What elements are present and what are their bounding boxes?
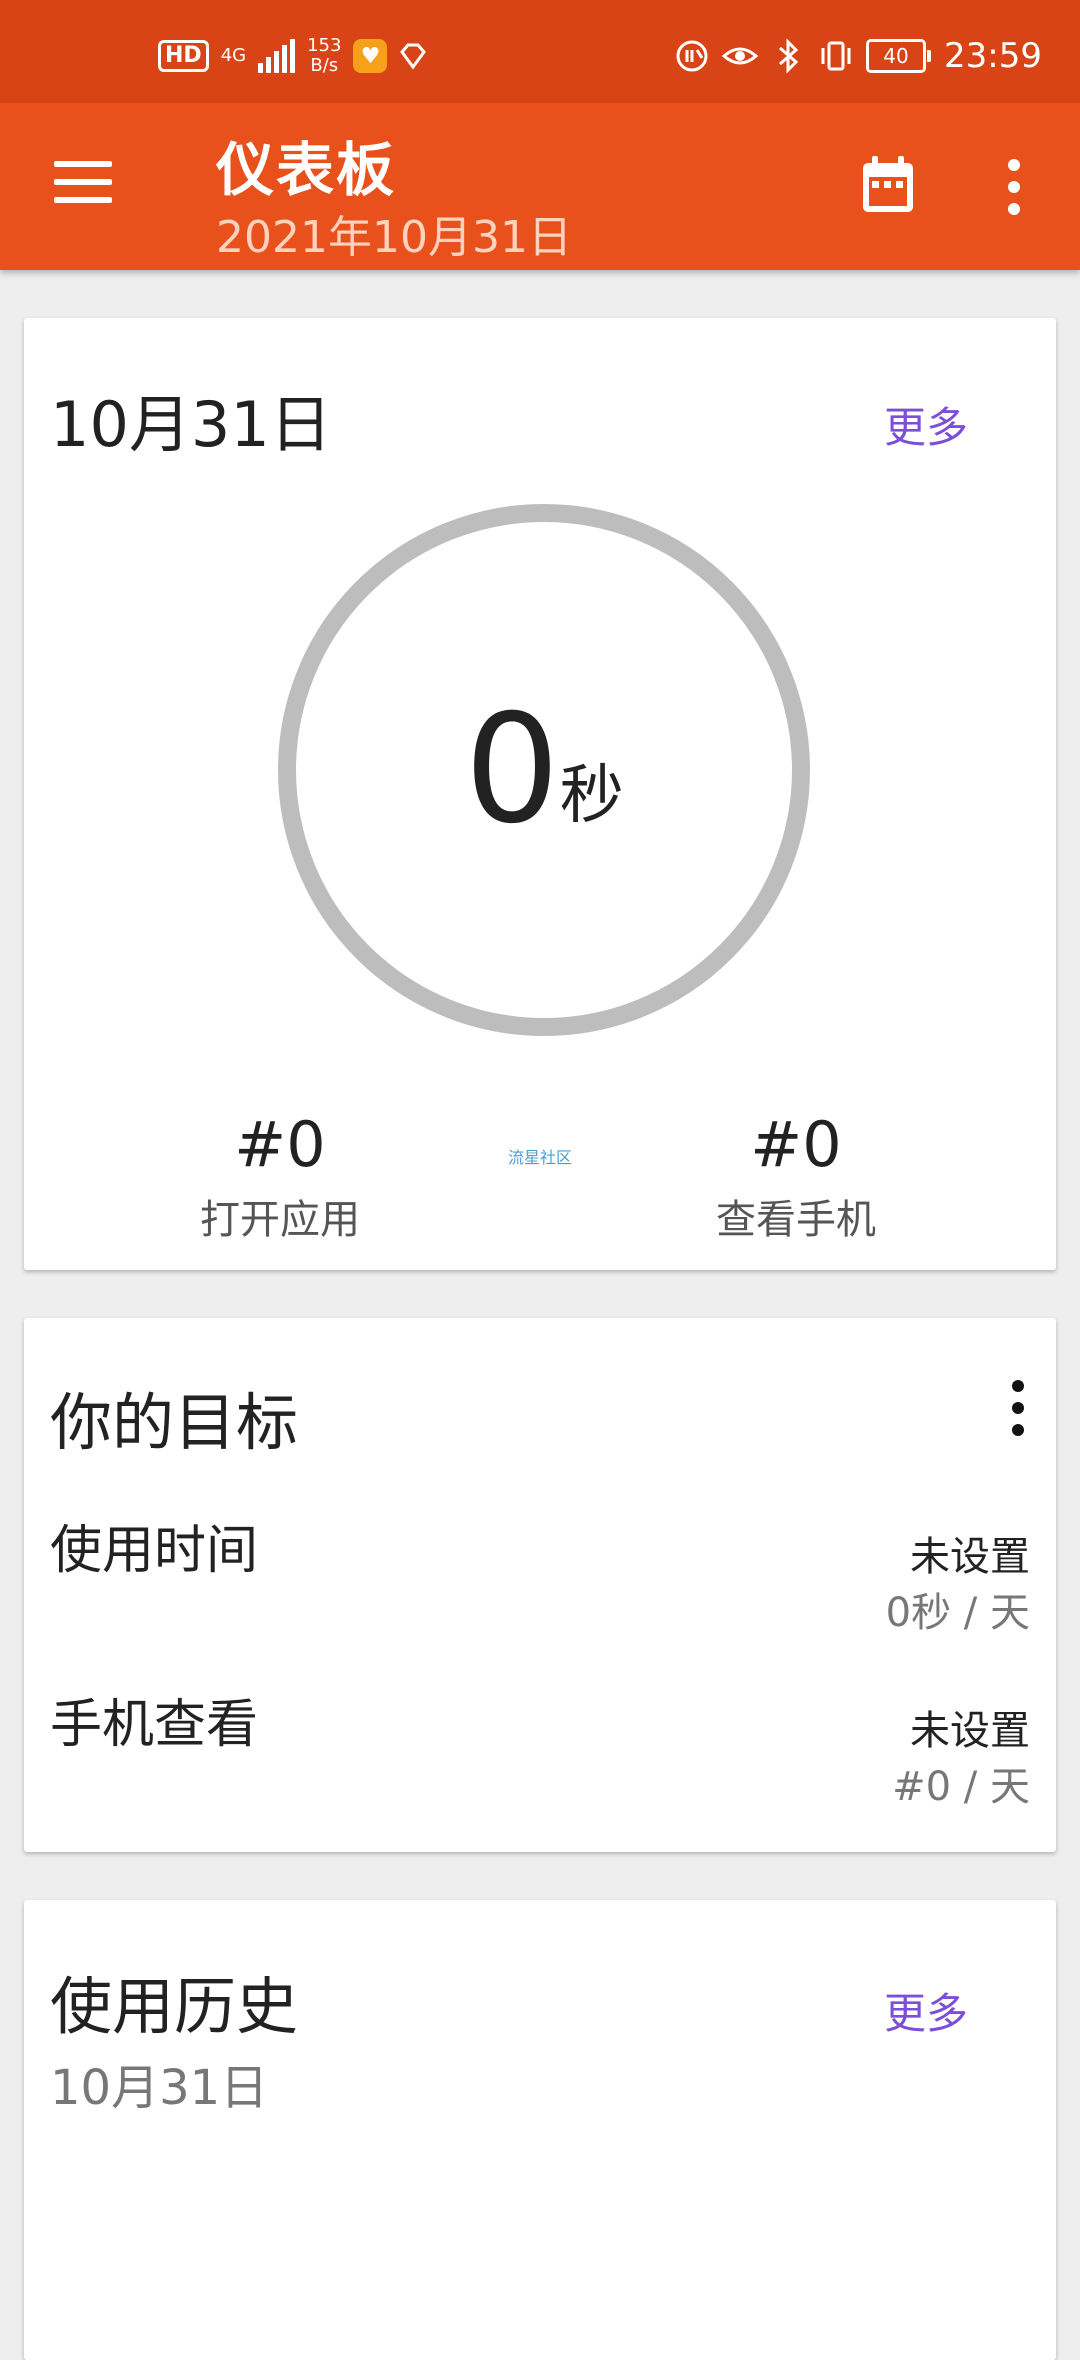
app-opens-stat: #0 打开应用	[130, 1108, 430, 1245]
usage-time-value: 0	[464, 683, 560, 857]
goal-checks-value: #0 / 天	[892, 1764, 1030, 1810]
phone-checks-stat: #0 查看手机	[646, 1108, 946, 1245]
vibrate-icon	[821, 41, 851, 71]
signal-icon	[258, 39, 296, 73]
network-type: 4G	[220, 45, 247, 66]
status-right: 40 23:59	[674, 36, 1042, 76]
bluetooth-icon	[779, 38, 799, 74]
usage-time: 0 秒	[296, 522, 792, 1018]
history-more-link[interactable]: 更多	[884, 1980, 968, 2041]
goal-usage-status: 未设置	[910, 1534, 1030, 1580]
network-speed-unit: B/s	[310, 55, 339, 76]
page-subtitle: 2021年10月31日	[216, 212, 572, 263]
usage-time-unit: 秒	[559, 759, 624, 833]
usage-ring: 0 秒	[278, 504, 810, 1036]
goal-usage-label[interactable]: 使用时间	[50, 1508, 258, 1583]
status-bar: HD 4G 153 B/s ♥ 40 23:59	[0, 0, 1080, 103]
health-app-icon: ♥	[353, 39, 388, 73]
goal-checks-label[interactable]: 手机查看	[50, 1682, 258, 1757]
today-more-link[interactable]: 更多	[884, 394, 968, 455]
page-title: 仪表板	[216, 136, 397, 204]
status-left: HD 4G 153 B/s ♥	[158, 36, 427, 76]
battery-icon: 40	[866, 39, 932, 73]
goal-usage-value: 0秒 / 天	[885, 1590, 1030, 1636]
app-opens-label: 打开应用	[200, 1197, 360, 1243]
data-saver-icon	[676, 40, 708, 72]
hamburger-menu-icon[interactable]	[54, 161, 112, 209]
network-speed: 153 B/s	[307, 36, 341, 76]
phone-checks-value: #0	[750, 1108, 842, 1181]
app-bar: 仪表板 2021年10月31日	[0, 103, 1080, 270]
goals-card: 你的目标 使用时间 未设置 0秒 / 天 手机查看 未设置 #0 / 天	[24, 1318, 1056, 1852]
calendar-icon[interactable]	[860, 155, 916, 215]
clock: 23:59	[944, 36, 1042, 76]
watermark: 流星社区	[508, 1148, 573, 1167]
goal-checks-status: 未设置	[910, 1708, 1030, 1754]
network-speed-value: 153	[307, 35, 342, 56]
eye-comfort-icon	[722, 47, 759, 65]
phone-checks-label: 查看手机	[716, 1197, 876, 1243]
goals-menu-icon[interactable]	[1010, 1380, 1026, 1446]
history-title: 使用历史	[50, 1970, 299, 2043]
today-usage-card: 10月31日 更多 0 秒 #0 打开应用 流星社区 #0 查看手机	[24, 318, 1056, 1270]
app-opens-value: #0	[234, 1108, 326, 1181]
history-date: 10月31日	[50, 2060, 269, 2116]
diamond-icon	[400, 43, 427, 70]
usage-history-card: 使用历史 更多 10月31日	[24, 1900, 1056, 2360]
hd-badge: HD	[158, 40, 209, 72]
overflow-menu-icon[interactable]	[1000, 159, 1028, 215]
goals-title: 你的目标	[50, 1386, 299, 1459]
card-date: 10月31日	[50, 388, 332, 461]
